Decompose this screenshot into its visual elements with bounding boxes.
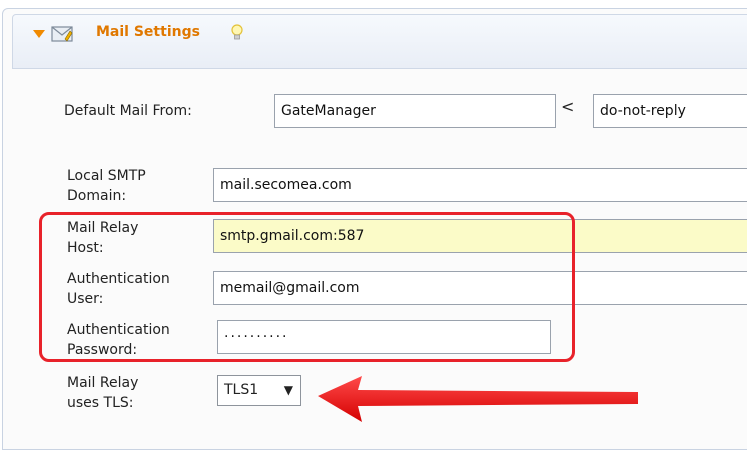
collapse-arrow-icon[interactable] — [33, 30, 45, 38]
mail-from-name-input[interactable]: GateManager — [274, 94, 556, 128]
panel-title: Mail Settings — [96, 24, 200, 40]
mail-from-separator: < — [561, 97, 575, 116]
mail-from-address-input[interactable]: do-not-reply — [593, 94, 747, 128]
mail-icon — [51, 26, 73, 42]
tls-select[interactable]: TLS1 ▼ — [217, 375, 301, 406]
red-arrow-annotation — [318, 376, 638, 422]
local-smtp-domain-label: Local SMTP Domain: — [67, 168, 146, 204]
dropdown-arrow-icon[interactable]: ▼ — [284, 376, 293, 405]
mail-relay-tls-label: Mail Relay uses TLS: — [67, 375, 139, 411]
lightbulb-icon[interactable] — [230, 23, 244, 43]
default-mail-from-label: Default Mail From: — [64, 103, 192, 119]
mail-settings-header[interactable]: Mail Settings — [12, 14, 747, 69]
highlight-box — [39, 212, 575, 362]
tls-selected-value: TLS1 — [224, 382, 259, 398]
local-smtp-domain-input[interactable]: mail.secomea.com — [213, 168, 747, 202]
